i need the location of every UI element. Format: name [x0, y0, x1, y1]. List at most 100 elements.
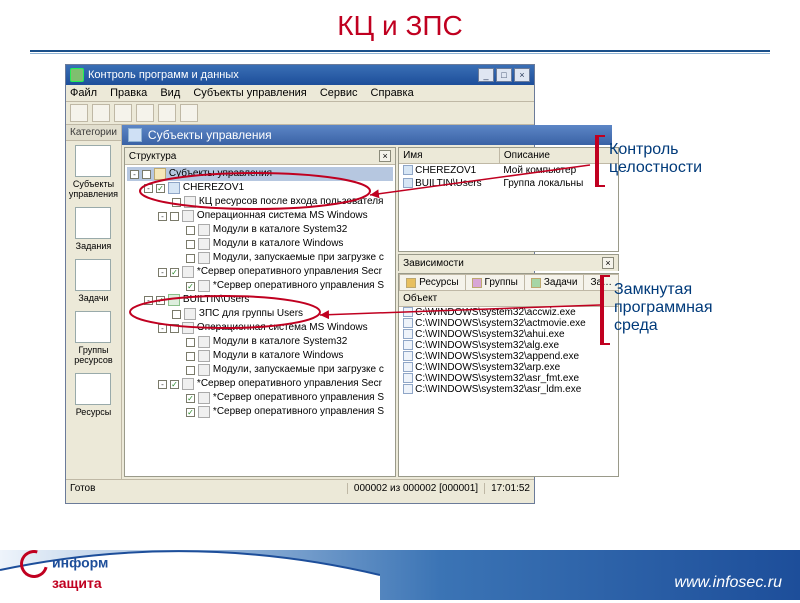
- node-icon: [168, 294, 180, 306]
- panel-title-text: Субъекты управления: [148, 128, 272, 142]
- menu-item[interactable]: Правка: [110, 87, 147, 99]
- tree-row[interactable]: Модули в каталоге Windows: [127, 237, 393, 251]
- checkbox[interactable]: ✓: [170, 380, 179, 389]
- toolbar-button[interactable]: [158, 104, 176, 122]
- checkbox[interactable]: ✓: [156, 184, 165, 193]
- toolbar-button[interactable]: [70, 104, 88, 122]
- sidebar-item-resource-groups[interactable]: Группы ресурсов: [66, 307, 121, 369]
- app-icon: [70, 68, 84, 82]
- expand-toggle[interactable]: -: [158, 268, 167, 277]
- tree-row[interactable]: ✓*Сервер оперативного управления S: [127, 279, 393, 293]
- titlebar[interactable]: Контроль программ и данных _ □ ×: [66, 65, 534, 85]
- cubes-icon: [75, 373, 111, 405]
- object-row[interactable]: C:\WINDOWS\system32\actmovie.exe: [399, 318, 618, 329]
- checkbox[interactable]: [142, 170, 151, 179]
- tree-row[interactable]: ✓*Сервер оперативного управления S: [127, 405, 393, 419]
- expand-toggle[interactable]: -: [158, 212, 167, 221]
- toolbar-button[interactable]: [114, 104, 132, 122]
- sidebar-item-subjects[interactable]: Субъекты управления: [66, 141, 121, 203]
- tree-row[interactable]: -Операционная система MS Windows: [127, 321, 393, 335]
- object-row[interactable]: C:\WINDOWS\system32\ahui.exe: [399, 329, 618, 340]
- tab-label: Группы: [485, 277, 518, 288]
- tree-row[interactable]: Модули в каталоге System32: [127, 335, 393, 349]
- menu-item[interactable]: Субъекты управления: [193, 87, 306, 99]
- checkbox[interactable]: [172, 198, 181, 207]
- menu-item[interactable]: Файл: [70, 87, 97, 99]
- sidebar-item-label: Группы ресурсов: [74, 345, 112, 365]
- minimize-button[interactable]: _: [478, 68, 494, 82]
- checkbox[interactable]: [186, 226, 195, 235]
- tree-row[interactable]: КЦ ресурсов после входа пользователя: [127, 195, 393, 209]
- tree-view[interactable]: -Субъекты управления-✓CHEREZOV1КЦ ресурс…: [125, 165, 395, 476]
- sidebar-item-assignments[interactable]: Задания: [66, 203, 121, 255]
- checkbox[interactable]: [186, 366, 195, 375]
- node-label: *Сервер оперативного управления Secr: [197, 265, 382, 279]
- tab-resources[interactable]: Ресурсы: [399, 274, 465, 290]
- group-icon: [472, 278, 482, 288]
- tree-row[interactable]: -✓BUILTIN\Users: [127, 293, 393, 307]
- tree-row[interactable]: -Субъекты управления: [127, 167, 393, 181]
- tree-row[interactable]: -Операционная система MS Windows: [127, 209, 393, 223]
- checkbox[interactable]: [170, 324, 179, 333]
- node-icon: [184, 308, 196, 320]
- tree-row[interactable]: Модули в каталоге System32: [127, 223, 393, 237]
- tab-groups[interactable]: Группы: [465, 274, 525, 290]
- tree-row[interactable]: ✓*Сервер оперативного управления S: [127, 391, 393, 405]
- close-icon[interactable]: ×: [379, 150, 391, 162]
- checkbox[interactable]: ✓: [170, 268, 179, 277]
- object-header[interactable]: Объект: [399, 291, 618, 307]
- object-row[interactable]: C:\WINDOWS\system32\append.exe: [399, 351, 618, 362]
- list-item[interactable]: CHEREZOV1Мой компьютер: [399, 164, 618, 177]
- menu-item[interactable]: Справка: [371, 87, 414, 99]
- close-icon[interactable]: ×: [602, 257, 614, 269]
- object-list[interactable]: C:\WINDOWS\system32\accwiz.exeC:\WINDOWS…: [399, 307, 618, 476]
- sidebar-item-tasks[interactable]: Задачи: [66, 255, 121, 307]
- tree-row[interactable]: -✓ *Сервер оперативного управления Secr: [127, 265, 393, 279]
- object-row[interactable]: C:\WINDOWS\system32\asr_fmt.exe: [399, 373, 618, 384]
- sidebar-item-label: Задачи: [78, 293, 108, 303]
- tree-row[interactable]: Модули в каталоге Windows: [127, 349, 393, 363]
- expand-toggle[interactable]: -: [144, 184, 153, 193]
- toolbar-button[interactable]: [92, 104, 110, 122]
- tree-row[interactable]: -✓CHEREZOV1: [127, 181, 393, 195]
- expand-toggle[interactable]: -: [130, 170, 139, 179]
- toolbar-button[interactable]: [136, 104, 154, 122]
- object-row[interactable]: C:\WINDOWS\system32\asr_ldm.exe: [399, 384, 618, 395]
- logo-ring-icon: [15, 545, 53, 583]
- column-name[interactable]: Имя: [399, 148, 500, 163]
- checkbox[interactable]: [186, 338, 195, 347]
- expand-toggle[interactable]: -: [158, 380, 167, 389]
- object-row[interactable]: C:\WINDOWS\system32\alg.exe: [399, 340, 618, 351]
- tree-row[interactable]: Модули, запускаемые при загрузке с: [127, 251, 393, 265]
- checkbox[interactable]: ✓: [156, 296, 165, 305]
- expand-toggle[interactable]: -: [144, 296, 153, 305]
- app-window: Контроль программ и данных _ □ × Файл Пр…: [65, 64, 535, 504]
- tab-tasks[interactable]: Задачи: [524, 274, 585, 290]
- sidebar-item-resources[interactable]: Ресурсы: [66, 369, 121, 421]
- maximize-button[interactable]: □: [496, 68, 512, 82]
- checkbox[interactable]: [186, 254, 195, 263]
- expand-toggle[interactable]: -: [158, 324, 167, 333]
- menu-item[interactable]: Вид: [160, 87, 180, 99]
- close-button[interactable]: ×: [514, 68, 530, 82]
- list-item[interactable]: BUILTIN\UsersГруппа локальны: [399, 177, 618, 190]
- object-row[interactable]: C:\WINDOWS\system32\arp.exe: [399, 362, 618, 373]
- tree-row[interactable]: ЗПС для группы Users: [127, 307, 393, 321]
- menu-item[interactable]: Сервис: [320, 87, 358, 99]
- checkbox[interactable]: [186, 240, 195, 249]
- logo-text-bottom: защита: [52, 576, 108, 590]
- toolbar-button[interactable]: [180, 104, 198, 122]
- object-row[interactable]: C:\WINDOWS\system32\accwiz.exe: [399, 307, 618, 318]
- panel-icon: [128, 128, 142, 142]
- logo-text-top: информ: [52, 555, 108, 571]
- checkbox[interactable]: [186, 352, 195, 361]
- checkbox[interactable]: ✓: [186, 408, 195, 417]
- checkbox[interactable]: ✓: [186, 282, 195, 291]
- tree-row[interactable]: -✓*Сервер оперативного управления Secr: [127, 377, 393, 391]
- checkbox[interactable]: [170, 212, 179, 221]
- tree-row[interactable]: Модули, запускаемые при загрузке с: [127, 363, 393, 377]
- subject-list[interactable]: CHEREZOV1Мой компьютерBUILTIN\UsersГрупп…: [399, 164, 618, 190]
- checkbox[interactable]: [172, 310, 181, 319]
- deps-header-label: Зависимости: [403, 258, 464, 269]
- checkbox[interactable]: ✓: [186, 394, 195, 403]
